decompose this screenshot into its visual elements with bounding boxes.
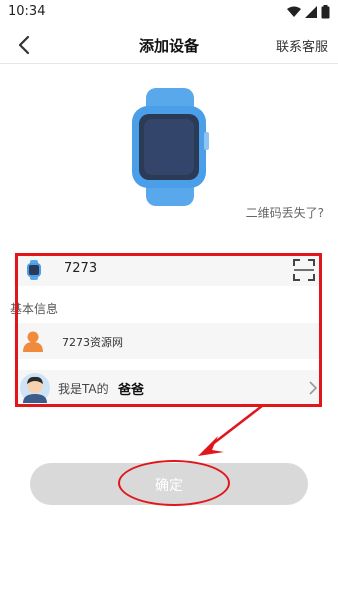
- annotation-circle: [118, 460, 230, 506]
- annotation-highlight-box: [15, 253, 322, 407]
- nav-bar: 添加设备 联系客服: [0, 26, 338, 64]
- smartwatch-illustration: [130, 88, 210, 206]
- annotation-arrow-icon: [198, 405, 263, 456]
- status-bar: 10:34: [0, 0, 338, 26]
- watch-image: [132, 88, 209, 206]
- wifi-icon: [287, 6, 301, 17]
- status-time: 10:34: [8, 4, 46, 19]
- status-icons: [287, 5, 330, 19]
- qr-code-lost-link[interactable]: 二维码丢失了?: [246, 204, 324, 221]
- contact-support-link[interactable]: 联系客服: [276, 36, 328, 55]
- signal-icon: [305, 6, 317, 18]
- battery-icon: [321, 5, 330, 19]
